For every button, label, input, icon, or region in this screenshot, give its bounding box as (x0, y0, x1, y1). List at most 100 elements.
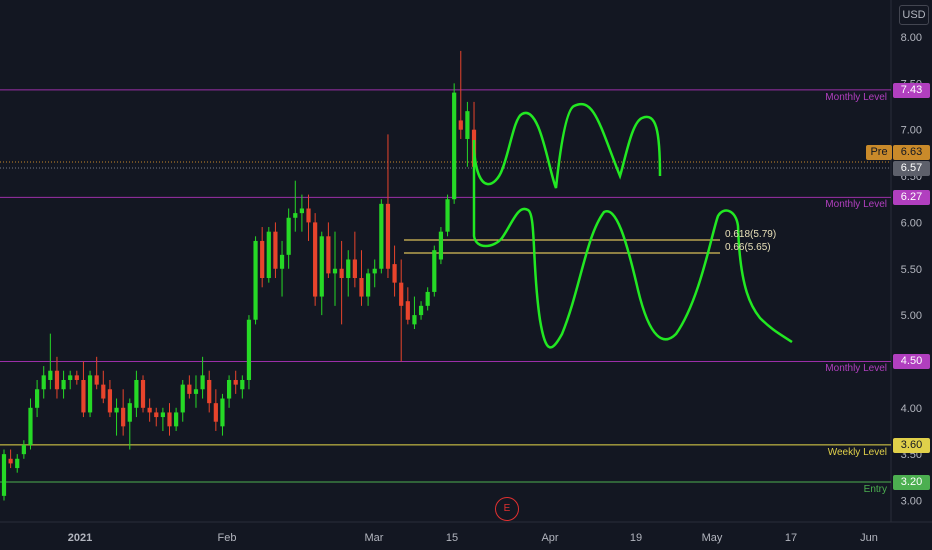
candle-body[interactable] (1, 454, 7, 496)
candle-body[interactable] (160, 412, 165, 418)
candle-body[interactable] (48, 370, 53, 380)
time-tick-label: 17 (785, 532, 797, 544)
candle-body[interactable] (399, 282, 404, 306)
candle-body[interactable] (366, 273, 371, 297)
candle-body[interactable] (432, 250, 437, 292)
candle-body[interactable] (174, 412, 179, 427)
candle-body[interactable] (253, 240, 258, 320)
candle-body[interactable] (438, 231, 444, 260)
candle-body[interactable] (445, 199, 450, 232)
candle-body[interactable] (81, 379, 86, 413)
candle-body[interactable] (279, 254, 285, 269)
candle-body[interactable] (193, 389, 199, 394)
candle-body[interactable] (54, 370, 60, 390)
candle-body[interactable] (306, 208, 311, 223)
candle-body[interactable] (140, 379, 146, 408)
candle-body[interactable] (207, 379, 212, 404)
candle-body[interactable] (299, 208, 304, 214)
time-tick-label: Mar (365, 532, 384, 544)
candle-body[interactable] (8, 458, 13, 464)
earnings-event-icon[interactable]: E (495, 497, 519, 521)
candle-body[interactable] (28, 407, 33, 445)
level-label: Entry (863, 483, 887, 495)
candle-body[interactable] (200, 375, 205, 390)
time-tick-label: Feb (218, 532, 237, 544)
candle-body[interactable] (273, 231, 278, 269)
candle-body[interactable] (74, 375, 79, 380)
candle-body[interactable] (372, 268, 377, 274)
candle-body[interactable] (412, 315, 417, 325)
time-tick-label: 2021 (68, 532, 92, 544)
price-tick-label: 5.00 (901, 310, 922, 322)
candle-body[interactable] (61, 379, 66, 390)
candle-body[interactable] (35, 389, 40, 408)
price-tick-label: 5.50 (901, 264, 922, 276)
candle-body[interactable] (87, 375, 93, 413)
candle-body[interactable] (379, 203, 384, 269)
candle-body[interactable] (405, 301, 410, 320)
candle-body[interactable] (452, 92, 457, 200)
candle-body[interactable] (313, 222, 318, 297)
candle-body[interactable] (240, 379, 245, 390)
candle-body[interactable] (339, 268, 344, 279)
candle-body[interactable] (392, 264, 397, 283)
level-price-tag: 6.27 (893, 190, 930, 206)
candle-body[interactable] (15, 458, 20, 469)
candle-body[interactable] (94, 375, 99, 385)
candle-body[interactable] (41, 375, 46, 390)
candle-body[interactable] (21, 444, 26, 455)
candle-body[interactable] (121, 407, 126, 427)
time-tick-label: May (702, 532, 723, 544)
candle-body[interactable] (127, 403, 132, 422)
pre-market-price-tag: 6.63 (893, 145, 930, 160)
currency-badge[interactable]: USD (899, 5, 929, 25)
candle-body[interactable] (286, 217, 291, 255)
price-tick-label: 3.00 (901, 496, 922, 508)
candle-body[interactable] (187, 384, 192, 394)
candle-body[interactable] (385, 203, 391, 269)
fib-label-066[interactable]: 0.66(5.65) (725, 242, 771, 253)
candle-body[interactable] (226, 379, 232, 399)
candle-body[interactable] (167, 412, 172, 427)
candle-body[interactable] (233, 379, 238, 385)
candle-body[interactable] (346, 259, 351, 279)
candle-body[interactable] (326, 236, 331, 274)
candle-body[interactable] (293, 213, 298, 218)
candle-body[interactable] (107, 389, 113, 413)
candle-body[interactable] (465, 111, 470, 139)
candle-body[interactable] (134, 379, 139, 408)
candle-body[interactable] (260, 240, 265, 279)
candle-body[interactable] (418, 305, 424, 316)
price-chart[interactable]: 8.007.507.006.506.005.505.004.504.003.50… (0, 0, 932, 550)
candle-body[interactable] (68, 375, 73, 380)
last-price-tag: 6.57 (893, 161, 930, 176)
level-label: Monthly Level (825, 199, 887, 211)
candle-body[interactable] (458, 120, 463, 130)
candle-body[interactable] (180, 384, 185, 413)
level-label: Monthly Level (825, 363, 887, 375)
candle-body[interactable] (425, 291, 430, 306)
level-price-tag: 7.43 (893, 82, 930, 98)
candle-body[interactable] (246, 319, 252, 380)
candle-body[interactable] (147, 407, 152, 413)
candle-body[interactable] (359, 278, 364, 297)
candle-body[interactable] (213, 403, 218, 422)
candle-body[interactable] (101, 384, 106, 399)
candle-body[interactable] (114, 407, 119, 413)
pre-market-label: Pre (866, 145, 892, 160)
chart-background (0, 0, 932, 550)
time-tick-label: Jun (860, 532, 878, 544)
time-tick-label: 19 (630, 532, 642, 544)
candle-body[interactable] (332, 268, 338, 274)
time-tick-label: Apr (541, 532, 558, 544)
time-tick-label: 15 (446, 532, 458, 544)
candle-body[interactable] (154, 412, 159, 418)
price-tick-label: 7.00 (901, 125, 922, 137)
candle-body[interactable] (220, 398, 225, 427)
candle-body[interactable] (266, 231, 271, 279)
price-tick-label: 8.00 (901, 32, 922, 44)
level-label: Monthly Level (825, 91, 887, 103)
candle-body[interactable] (352, 259, 357, 279)
candle-body[interactable] (319, 236, 324, 297)
fib-label-0618[interactable]: 0.618(5.79) (725, 229, 776, 240)
